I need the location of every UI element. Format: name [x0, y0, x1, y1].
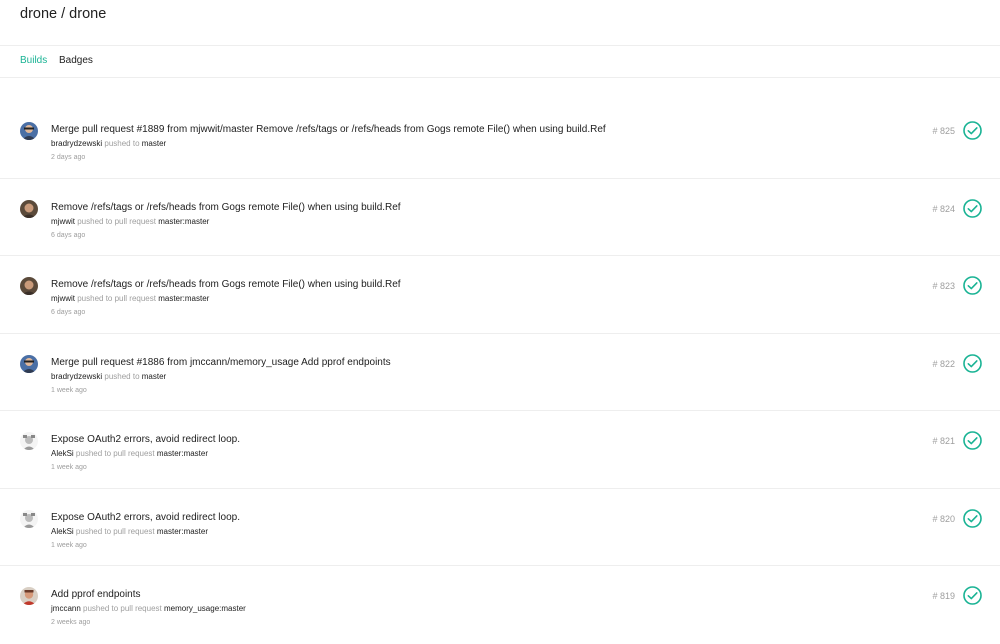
build-row[interactable]: Expose OAuth2 errors, avoid redirect loo…: [0, 489, 1000, 566]
build-row[interactable]: Remove /refs/tags or /refs/heads from Go…: [0, 179, 1000, 256]
commit-author: AlekSi: [51, 449, 74, 458]
build-number: # 825: [932, 126, 955, 136]
commit-action: pushed to: [104, 371, 140, 381]
commit-message[interactable]: Remove /refs/tags or /refs/heads from Go…: [51, 279, 401, 290]
build-time: 6 days ago: [51, 231, 86, 239]
commit-author: bradrydzewski: [51, 139, 103, 148]
check-circle-icon: [963, 353, 982, 373]
commit-message[interactable]: Merge pull request #1886 from jmccann/me…: [51, 357, 391, 368]
commit-meta: AlekSi pushed to pull request master:mas…: [51, 527, 208, 536]
commit-author: bradrydzewski: [51, 371, 103, 381]
commit-ref: master:master: [156, 526, 209, 536]
commit-message[interactable]: Add pprof endpoints: [51, 589, 141, 600]
tab-badges[interactable]: Badges: [59, 55, 93, 66]
avatar-aleksi-icon: [20, 509, 38, 528]
commit-action: pushed to pull request: [77, 294, 156, 303]
commit-message[interactable]: Merge pull request #1889 from mjwwit/mas…: [51, 124, 606, 135]
avatar-jmccann-icon: [20, 587, 38, 605]
commit-meta: mjwwit pushed to pull request master:mas…: [51, 294, 209, 303]
build-number: # 822: [932, 358, 955, 369]
build-list: Merge pull request #1889 from mjwwit/mas…: [0, 101, 1000, 644]
commit-action: pushed to pull request: [75, 449, 155, 458]
build-number: # 824: [932, 203, 955, 214]
check-circle-icon: [963, 586, 982, 605]
check-circle-icon: [963, 276, 982, 295]
commit-action: pushed to pull request: [75, 526, 155, 536]
commit-author: jmccann: [51, 604, 81, 613]
build-time: 2 weeks ago: [51, 619, 91, 626]
commit-ref: master: [141, 139, 167, 148]
build-row[interactable]: Expose OAuth2 errors, avoid redirect loo…: [0, 411, 1000, 489]
build-time: 6 days ago: [51, 309, 86, 316]
commit-ref: master:master: [156, 449, 209, 458]
commit-meta: AlekSi pushed to pull request master:mas…: [51, 449, 208, 458]
check-circle-icon: [963, 508, 982, 528]
repo-header: drone / drone: [0, 0, 1000, 46]
build-row[interactable]: Remove /refs/tags or /refs/heads from Go…: [0, 256, 1000, 334]
build-row[interactable]: Merge pull request #1889 from mjwwit/mas…: [0, 101, 1000, 179]
avatar-aleksi-icon: [20, 432, 38, 450]
check-circle-icon: [963, 121, 982, 140]
commit-message[interactable]: Remove /refs/tags or /refs/heads from Go…: [51, 202, 401, 213]
commit-action: pushed to pull request: [77, 216, 156, 226]
check-circle-icon: [963, 431, 982, 450]
build-number: # 823: [932, 281, 955, 291]
avatar-bradrydzewski-icon: [20, 122, 38, 140]
tab-builds[interactable]: Builds: [20, 55, 47, 66]
build-time: 2 days ago: [51, 154, 86, 161]
commit-ref: master:master: [158, 294, 210, 303]
build-time: 1 week ago: [51, 464, 87, 471]
build-number: # 819: [932, 591, 955, 601]
commit-ref: memory_usage:master: [164, 604, 246, 613]
commit-meta: bradrydzewski pushed to master: [51, 372, 166, 381]
tab-bar: Builds Badges: [0, 46, 1000, 78]
commit-message[interactable]: Expose OAuth2 errors, avoid redirect loo…: [51, 512, 240, 523]
build-time: 1 week ago: [51, 386, 87, 394]
commit-meta: mjwwit pushed to pull request master:mas…: [51, 217, 209, 226]
build-number: # 820: [932, 513, 955, 524]
build-row[interactable]: Merge pull request #1886 from jmccann/me…: [0, 334, 1000, 411]
commit-author: AlekSi: [51, 526, 74, 536]
avatar-mjwwit-icon: [20, 199, 38, 218]
commit-author: mjwwit: [51, 216, 75, 226]
avatar-bradrydzewski-icon: [20, 354, 38, 373]
build-number: # 821: [932, 436, 955, 446]
commit-message[interactable]: Expose OAuth2 errors, avoid redirect loo…: [51, 434, 240, 445]
build-row[interactable]: Add pprof endpoints jmccann pushed to pu…: [0, 566, 1000, 644]
commit-ref: master: [141, 371, 167, 381]
commit-action: pushed to pull request: [83, 604, 162, 613]
commit-action: pushed to: [104, 139, 140, 148]
check-circle-icon: [963, 198, 982, 218]
page-title: drone / drone: [20, 6, 107, 22]
avatar-mjwwit-icon: [20, 277, 38, 295]
build-time: 1 week ago: [51, 541, 87, 549]
commit-ref: master:master: [158, 216, 210, 226]
commit-meta: bradrydzewski pushed to master: [51, 139, 166, 148]
commit-author: mjwwit: [51, 294, 75, 303]
commit-meta: jmccann pushed to pull request memory_us…: [51, 604, 246, 613]
